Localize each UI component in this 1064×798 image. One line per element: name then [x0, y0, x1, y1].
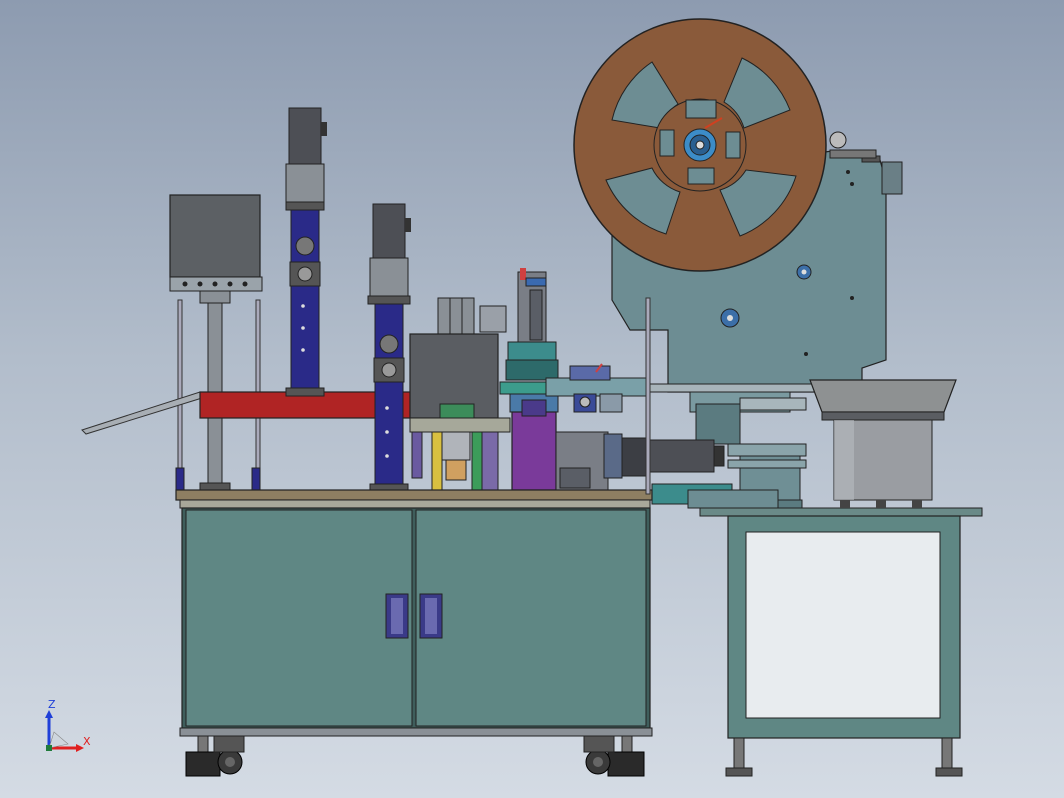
vibratory-bowl: [809, 379, 957, 508]
chute-rail: [81, 391, 203, 435]
z-axis-label: Z: [48, 698, 56, 711]
right-stand: [699, 507, 983, 777]
cad-viewport[interactable]: Z X: [0, 0, 1064, 798]
press-unit: [409, 297, 511, 491]
main-cabinet: [175, 489, 653, 737]
vertical-slide-1: [285, 107, 327, 397]
caster-wheels: [185, 735, 645, 777]
x-axis-label: X: [83, 735, 91, 748]
guard-post: [645, 297, 651, 495]
axis-triad: Z X: [40, 698, 100, 758]
machine-assembly-drawing: [81, 18, 983, 777]
vertical-slide-2: [367, 203, 411, 493]
control-box: [169, 194, 263, 492]
tape-reel: [573, 18, 827, 272]
